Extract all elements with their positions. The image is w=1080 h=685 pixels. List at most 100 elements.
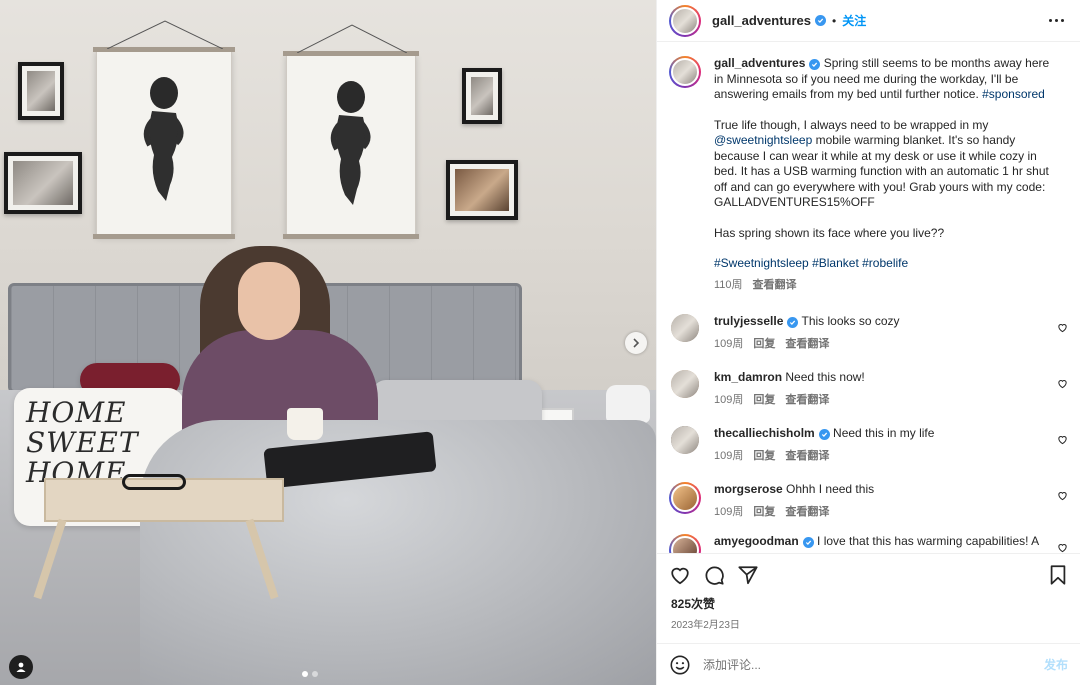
baby-poster-left <box>93 20 235 239</box>
commenter-username[interactable]: thecalliechisholm <box>714 426 815 440</box>
commenter-avatar[interactable] <box>671 426 699 454</box>
wall-frame <box>446 160 518 220</box>
bookmark-icon <box>1050 564 1066 585</box>
more-icon <box>1049 19 1052 22</box>
reply-button[interactable]: 回复 <box>753 505 775 520</box>
wall-frame <box>4 152 82 214</box>
comment-icon <box>705 566 724 585</box>
mug <box>287 408 323 440</box>
heart-icon <box>671 567 689 584</box>
verified-icon <box>802 537 814 548</box>
hashtag-link[interactable]: #sponsored <box>982 87 1045 101</box>
post-actions-bar <box>657 553 1080 595</box>
share-button[interactable] <box>737 564 759 586</box>
post-comment-button[interactable]: 发布 <box>1044 656 1068 673</box>
commenter-username[interactable]: km_damron <box>714 370 782 384</box>
follow-button[interactable]: 关注 <box>842 12 866 29</box>
comment-age: 109周 <box>714 338 744 350</box>
pillow-lettering: HOME SWEET HOME <box>26 398 139 488</box>
commenter-username[interactable]: trulyjesselle <box>714 314 783 328</box>
commenter-avatar[interactable] <box>669 534 701 553</box>
reply-button[interactable]: 回复 <box>753 449 775 464</box>
comment-age: 109周 <box>714 450 744 462</box>
see-translation-button[interactable]: 查看翻译 <box>785 505 829 520</box>
comment-meta: 109周 回复 查看翻译 <box>714 393 1044 408</box>
post-header: gall_adventures • 关注 <box>657 0 1080 42</box>
comments-scroll-area[interactable]: gall_adventures Spring still seems to be… <box>657 42 1080 553</box>
verified-icon <box>809 59 821 70</box>
commenter-username[interactable]: amyegoodman <box>714 534 799 548</box>
tagged-users-button[interactable] <box>9 655 33 679</box>
like-comment-heart-icon[interactable] <box>1057 434 1068 445</box>
post-photo: HOME SWEET HOME <box>0 0 656 685</box>
wall-frame <box>462 68 502 124</box>
carousel-dot <box>302 671 308 677</box>
carousel-dots <box>302 671 318 677</box>
see-translation-button[interactable]: 查看翻译 <box>785 449 829 464</box>
mention-link[interactable]: @sweetnightsleep <box>714 133 812 147</box>
commenter-username[interactable]: morgserose <box>714 482 783 496</box>
comment-text: Ohhh I need this <box>786 482 875 496</box>
comment-item: thecalliechisholm Need this in my life 1… <box>669 426 1068 464</box>
next-photo-button[interactable] <box>625 332 647 354</box>
comment-item: amyegoodman I love that this has warming… <box>669 534 1068 553</box>
comment-input[interactable] <box>703 657 1044 672</box>
comment-item: trulyjesselle This looks so cozy 109周 回复… <box>669 314 1068 352</box>
caption-username[interactable]: gall_adventures <box>714 56 805 70</box>
like-comment-heart-icon[interactable] <box>1057 378 1068 389</box>
save-button[interactable] <box>1048 564 1068 586</box>
author-avatar[interactable] <box>669 4 701 37</box>
caption-paragraph-3: Has spring shown its face where you live… <box>714 225 945 240</box>
caption-text: True life though, I always need to be wr… <box>714 117 992 132</box>
baby-poster-right <box>283 24 419 239</box>
emoji-button[interactable] <box>669 654 691 676</box>
caption-paragraph-2: True life though, I always need to be wr… <box>714 118 1054 211</box>
commenter-avatar[interactable] <box>671 370 699 398</box>
like-comment-heart-icon[interactable] <box>1057 490 1068 501</box>
see-translation-button[interactable]: 查看翻译 <box>785 393 829 408</box>
chevron-right-icon <box>633 338 640 348</box>
like-comment-heart-icon[interactable] <box>1057 322 1068 333</box>
comment-item: morgserose Ohhh I need this 109周 回复 查看翻译 <box>669 482 1068 520</box>
see-translation-button[interactable]: 查看翻译 <box>785 337 829 352</box>
comment-button[interactable] <box>703 564 725 586</box>
like-comment-heart-icon[interactable] <box>1057 542 1068 553</box>
hashtag-link[interactable]: #Blanket <box>812 256 859 270</box>
more-options-button[interactable] <box>1045 15 1068 26</box>
like-button[interactable] <box>669 564 691 586</box>
person-face <box>238 262 300 340</box>
verified-icon <box>787 317 799 328</box>
comment-meta: 109周 回复 查看翻译 <box>714 337 1044 352</box>
commenter-avatar[interactable] <box>671 314 699 342</box>
pillow-word: SWEET <box>26 426 139 459</box>
comment-age: 109周 <box>714 394 744 406</box>
comment-age: 109周 <box>714 506 744 518</box>
comment-text: This looks so cozy <box>801 314 900 328</box>
see-translation-button[interactable]: 查看翻译 <box>753 278 797 294</box>
caption-meta: 110周 查看翻译 <box>714 278 1054 294</box>
reply-button[interactable]: 回复 <box>753 337 775 352</box>
post-side-panel: gall_adventures • 关注 gall_adventures Spr… <box>656 0 1080 685</box>
hashtag-link[interactable]: #robelife <box>862 256 908 270</box>
like-count[interactable]: 825次赞 <box>657 595 1080 612</box>
emoji-icon <box>670 655 690 674</box>
caption-age: 110周 <box>714 278 743 291</box>
header-separator: • <box>832 13 837 28</box>
comment-text: Need this now! <box>785 370 865 384</box>
reply-button[interactable]: 回复 <box>753 393 775 408</box>
comment-text: I love that this has warming capabilitie… <box>817 534 1040 548</box>
comment-meta: 109周 回复 查看翻译 <box>714 505 1044 520</box>
author-avatar[interactable] <box>669 56 701 88</box>
post-dialog: HOME SWEET HOME gall_adventures • 关注 gal… <box>0 0 1080 685</box>
lamp <box>606 385 650 423</box>
user-tag-icon <box>16 662 26 672</box>
comment-text: Need this in my life <box>833 426 935 440</box>
caption-paragraph-1: gall_adventures Spring still seems to be… <box>714 56 1054 103</box>
carousel-dot <box>312 671 318 677</box>
author-username[interactable]: gall_adventures <box>712 13 811 28</box>
add-comment-bar: 发布 <box>657 643 1080 685</box>
caption-hashtags: #Sweetnightsleep #Blanket #robelife <box>714 256 1054 272</box>
commenter-avatar[interactable] <box>669 482 701 514</box>
hashtag-link[interactable]: #Sweetnightsleep <box>714 256 809 270</box>
verified-icon <box>815 15 826 26</box>
